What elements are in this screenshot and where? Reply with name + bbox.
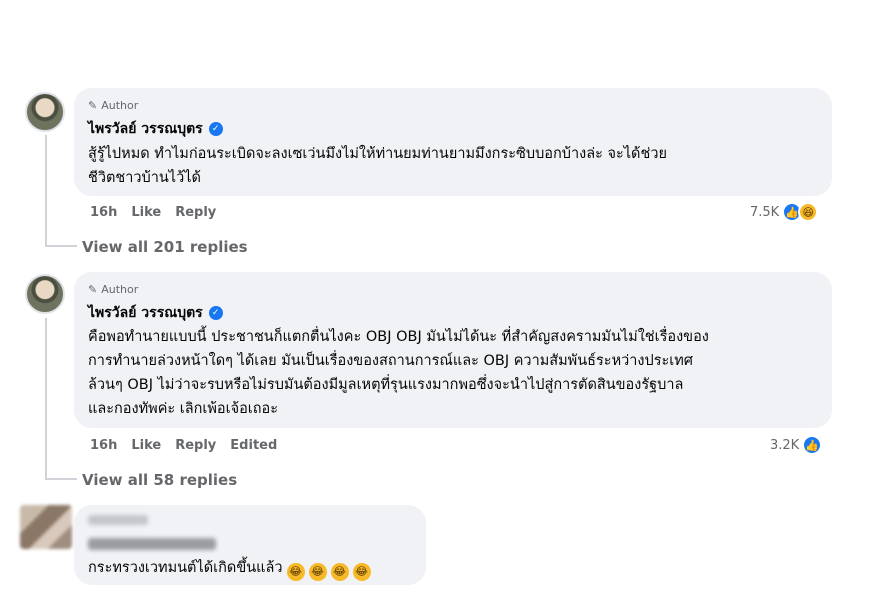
redacted-name — [88, 515, 148, 525]
verified-badge-icon: ✓ — [208, 306, 223, 320]
commenter-name-row: ไพรวัลย์ วรรณบุตร ✓ — [88, 118, 223, 140]
comment-text-line: กระทรวงเวทมนต์ได้เกิดขึ้นแล้ว 😂 😂 😂 😂 — [88, 556, 371, 581]
author-badge-label: Author — [101, 283, 139, 296]
edited-label[interactable]: Edited — [230, 438, 277, 453]
laughing-emoji-icon: 😂 — [352, 563, 371, 581]
comment-text-line: สู้รู้ไปหมด ทำไมก่อนระเบิดจะลงเซเว่นมึงไ… — [88, 146, 667, 162]
reaction-summary[interactable]: 7.5K 👍 😆 — [750, 202, 819, 222]
view-replies-link[interactable]: View all 201 replies — [82, 238, 248, 256]
timestamp[interactable]: 16h — [90, 205, 117, 220]
author-badge: ✎ Author — [88, 99, 138, 112]
reply-button[interactable]: Reply — [175, 438, 216, 453]
like-button[interactable]: Like — [131, 205, 161, 220]
comment-text-line: ล้วนๆ OBJ ไม่ว่าจะรบหรือไม่รบมันต้องมีมู… — [88, 377, 684, 393]
reaction-count: 7.5K — [750, 204, 780, 220]
laughing-emoji-icon: 😂 — [308, 563, 327, 581]
reaction-summary[interactable]: 3.2K 👍 — [770, 435, 823, 455]
avatar[interactable] — [20, 505, 72, 549]
thread-line-1 — [45, 135, 47, 247]
author-badge-label: Author — [101, 99, 139, 112]
comment-text: กระทรวงเวทมนต์ได้เกิดขึ้นแล้ว — [88, 560, 283, 576]
reply-button[interactable]: Reply — [175, 205, 216, 220]
pencil-icon: ✎ — [88, 283, 98, 296]
haha-reaction-icon: 😆 — [798, 202, 819, 222]
pencil-icon: ✎ — [88, 99, 98, 112]
thread-line-2 — [45, 318, 47, 480]
redacted-name — [88, 538, 216, 550]
commenter-name[interactable]: ไพรวัลย์ วรรณบุตร — [88, 302, 203, 324]
like-reaction-icon: 👍 — [802, 435, 823, 455]
comment-text-line: ชีวิตชาวบ้านไว้ได้ — [88, 170, 201, 186]
like-button[interactable]: Like — [131, 438, 161, 453]
view-replies-link[interactable]: View all 58 replies — [82, 471, 237, 489]
commenter-name[interactable]: ไพรวัลย์ วรรณบุตร — [88, 118, 203, 140]
comment-text-line: คือพอทำนายแบบนี้ ประชาชนก็แตกตื่นไงคะ OB… — [88, 329, 709, 345]
laughing-emoji-icon: 😂 — [286, 563, 305, 581]
commenter-name-row: ไพรวัลย์ วรรณบุตร ✓ — [88, 302, 223, 324]
verified-badge-icon: ✓ — [208, 122, 223, 136]
comment-actions: 16h Like Reply — [90, 205, 216, 220]
comment-actions: 16h Like Reply Edited — [90, 438, 277, 453]
comment-text-line: และกองทัพค่ะ เลิกเพ้อเจ้อเถอะ — [88, 401, 279, 417]
thread-line-1-curve — [45, 245, 77, 247]
reaction-count: 3.2K — [770, 437, 800, 453]
comment-text-line: การทำนายล่วงหน้าใดๆ ได้เลย มันเป็นเรื่อง… — [88, 353, 693, 369]
laughing-emoji-icon: 😂 — [330, 563, 349, 581]
timestamp[interactable]: 16h — [90, 438, 117, 453]
avatar[interactable] — [25, 92, 65, 132]
author-badge: ✎ Author — [88, 283, 138, 296]
avatar[interactable] — [25, 274, 65, 314]
thread-line-2-curve — [45, 478, 77, 480]
